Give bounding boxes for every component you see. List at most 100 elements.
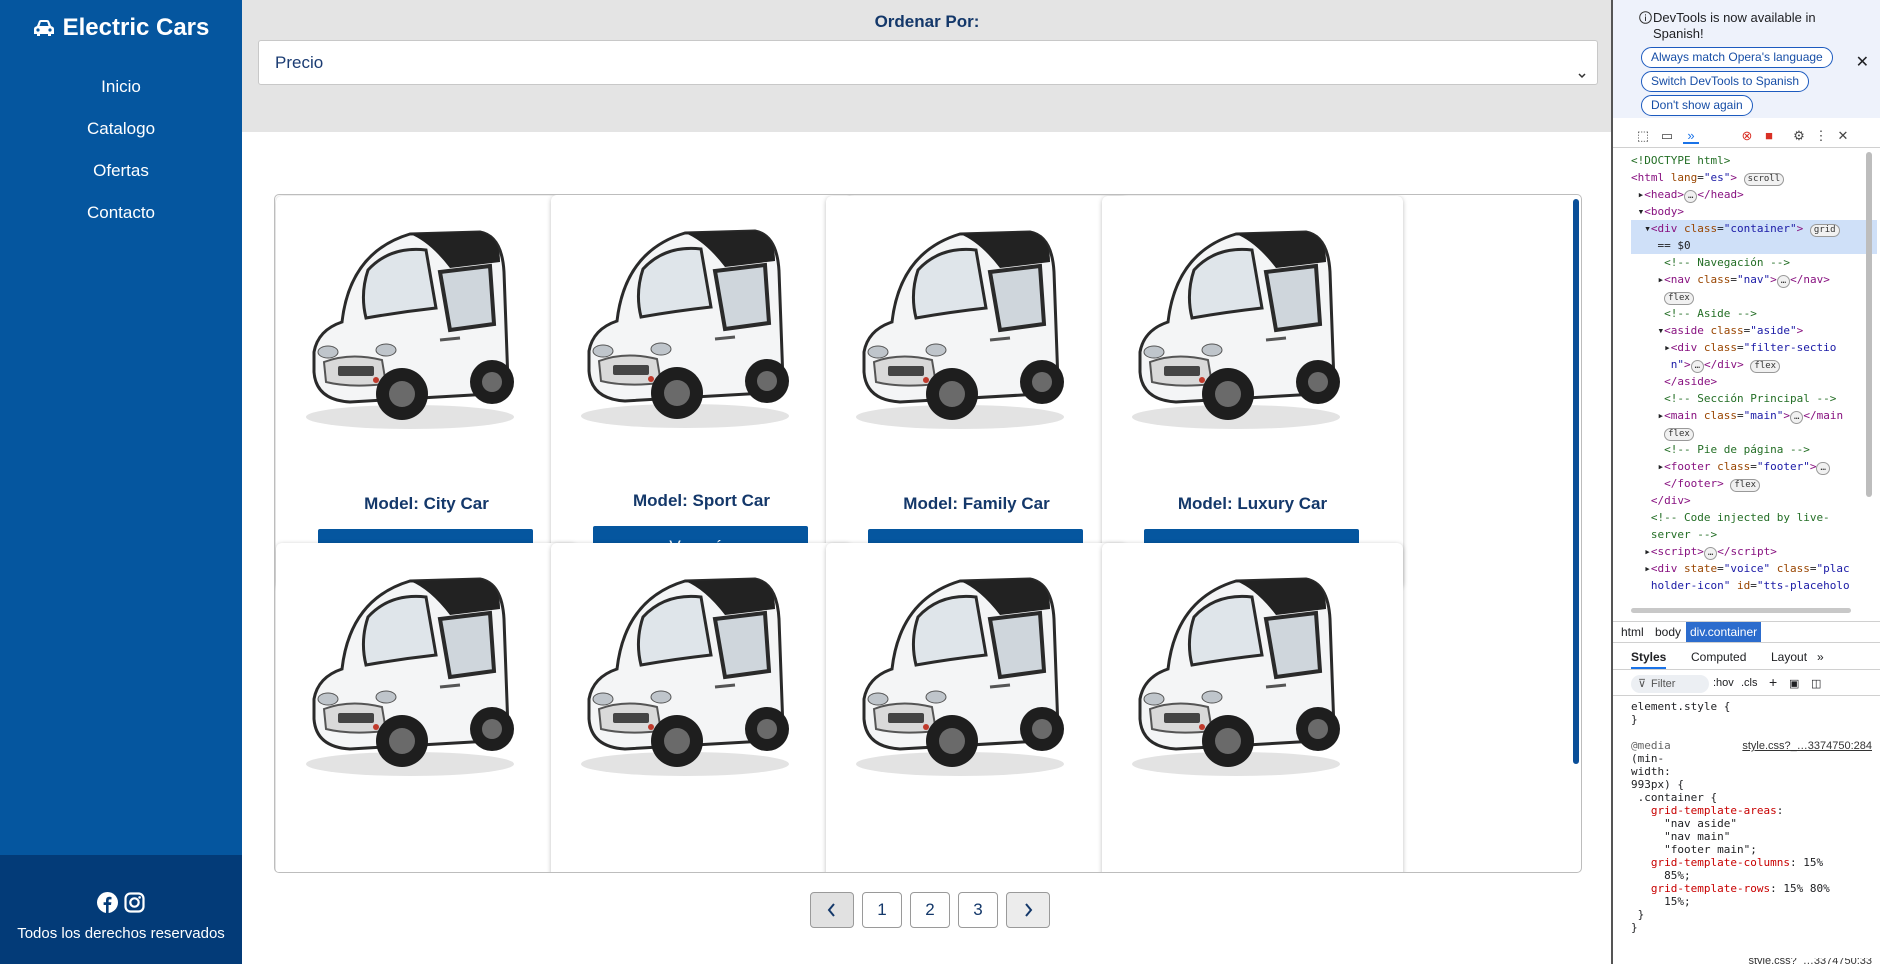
sort-select-value: Precio [275,53,324,72]
brand-title: Electric Cars [62,14,210,41]
dom-line[interactable]: holder-icon" id="tts-placeholo [1631,577,1877,594]
cls-toggle[interactable]: .cls [1741,677,1758,689]
page-button-2[interactable]: 2 [910,892,950,928]
elements-tree[interactable]: <!DOCTYPE html> <html lang="es"> scroll … [1631,152,1877,610]
pagination: 1 2 3 [810,892,1050,928]
dom-line[interactable]: ▸<div state="voice" class="plac [1631,560,1877,577]
tab-styles[interactable]: Styles [1631,650,1667,669]
dom-line[interactable]: </footer> flex [1631,475,1877,492]
car-image [856,577,1064,776]
dom-line[interactable]: </div> [1631,492,1877,509]
product-card: Model: Luxury CarVer más [1102,196,1403,588]
breadcrumb-container[interactable]: div.container [1686,622,1762,642]
issue-icon[interactable]: ■ [1761,128,1777,144]
notice-text: DevTools is now available in Spanish! [1653,10,1816,41]
breadcrumb-body[interactable]: body [1651,622,1685,642]
dom-line[interactable]: <!-- Pie de página --> [1631,441,1877,458]
styles-filter-input[interactable]: ⊽ Filter [1631,675,1709,693]
style-source-link[interactable]: style.css?_…3374750:284 [1742,740,1872,752]
dom-line[interactable]: <!-- Code injected by live- [1631,509,1877,526]
always-match-language-button[interactable]: Always match Opera's language [1641,47,1833,68]
dom-line[interactable]: <!DOCTYPE html> [1631,152,1877,169]
nav-link-catalogo[interactable]: Catalogo [0,118,242,160]
next-page-button[interactable] [1006,892,1050,928]
dom-line[interactable]: <!-- Navegación --> [1631,254,1877,271]
dom-line[interactable]: n">… </div> flex [1631,356,1877,373]
brand[interactable]: Electric Cars [0,14,242,42]
dom-line[interactable]: ▾<body> [1631,203,1877,220]
sidebar-toggle-icon[interactable]: ◫ [1811,677,1821,690]
dom-line[interactable]: flex [1631,288,1877,305]
tab-computed[interactable]: Computed [1691,650,1746,664]
dom-line[interactable]: ▾<aside class="aside"> [1631,322,1877,339]
product-card: Model: City CarVer más [276,196,577,588]
dom-line[interactable]: ▸<script>… </script> [1631,543,1877,560]
elements-scrollbar[interactable] [1866,152,1872,497]
nav-link-inicio[interactable]: Inicio [0,76,242,118]
dom-line[interactable]: <!-- Sección Principal --> [1631,390,1877,407]
styles-filter-placeholder: Filter [1651,678,1676,690]
kebab-menu-icon[interactable]: ⋮ [1813,128,1829,144]
filter-icon: ⊽ [1638,678,1647,690]
dont-show-again-button[interactable]: Don't show again [1641,95,1753,116]
product-card: Model: Family CarVer más [826,196,1127,588]
sidebar-nav: Electric Cars Inicio Catalogo Ofertas Co… [0,0,242,855]
product-card [1102,543,1403,872]
dom-line[interactable]: ▸<head>… </head> [1631,186,1877,203]
dom-line[interactable]: ▸<nav class="nav">… </nav> [1631,271,1877,288]
dom-line[interactable]: <!-- Aside --> [1631,305,1877,322]
nav-link-ofertas[interactable]: Ofertas [0,160,242,202]
style-source-link-2[interactable]: style.css?_…3374750:33 [1748,958,1872,964]
add-rule-icon[interactable]: + [1769,674,1777,690]
chevron-down-icon [1577,56,1587,99]
product-model-title: Model: Luxury Car [1177,494,1328,513]
page-button-3[interactable]: 3 [958,892,998,928]
media-query: @media [1631,739,1671,752]
paint-icon[interactable]: ▣ [1789,677,1799,690]
nav-link-contacto[interactable]: Contacto [0,202,242,244]
product-model-title: Model: City Car [364,494,489,513]
product-model-title: Model: Family Car [903,494,1050,513]
product-card [551,543,852,872]
car-icon [33,19,55,37]
hov-toggle[interactable]: :hov [1713,677,1734,689]
dom-line[interactable]: server --> [1631,526,1877,543]
prev-page-button[interactable] [810,892,854,928]
inspect-icon[interactable]: ⬚ [1635,128,1651,144]
tab-layout[interactable]: Layout [1771,650,1807,664]
dom-line[interactable]: ▸<footer class="footer">… [1631,458,1877,475]
devtools-language-notice: DevTools is now available in Spanish! ✕ … [1613,0,1880,118]
dom-line-selected[interactable]: == $0 [1631,237,1877,254]
page-button-1[interactable]: 1 [862,892,902,928]
dom-line-selected[interactable]: ▾<div class="container"> grid [1631,220,1877,237]
car-image [306,577,514,776]
element-style-rule[interactable]: element.style { } [1631,700,1730,726]
dom-line[interactable]: ▸<div class="filter-sectio [1631,339,1877,356]
facebook-icon[interactable] [97,892,118,913]
elements-horizontal-scrollbar[interactable] [1631,608,1851,613]
close-icon[interactable]: ✕ [1856,52,1869,72]
info-icon [1639,11,1652,27]
gear-icon[interactable]: ⚙ [1791,128,1807,144]
dom-line[interactable]: <html lang="es"> scroll [1631,169,1877,186]
error-count-icon[interactable]: ⊗ [1739,128,1755,144]
car-image [856,230,1064,429]
breadcrumb: html body div.container [1613,621,1880,643]
dom-line[interactable]: </aside> [1631,373,1877,390]
styles-tabs: Styles Computed Layout » [1613,646,1880,670]
styles-filter-row: ⊽ Filter :hov .cls + ▣ ◫ [1613,672,1880,696]
sort-select[interactable]: Precio [258,40,1598,85]
more-panels-icon[interactable]: » [1683,128,1699,144]
close-devtools-icon[interactable]: ✕ [1835,128,1851,144]
grid-scrollbar[interactable] [1573,199,1579,764]
breadcrumb-html[interactable]: html [1617,622,1648,642]
device-toolbar-icon[interactable]: ▭ [1659,128,1675,144]
switch-to-spanish-button[interactable]: Switch DevTools to Spanish [1641,71,1810,92]
instagram-icon[interactable] [124,892,145,913]
dom-line[interactable]: ▸<main class="main">… </main [1631,407,1877,424]
css-rule[interactable]: .container { grid-template-areas: "nav a… [1631,791,1830,934]
more-tabs-icon[interactable]: » [1817,650,1824,664]
catalog-grid[interactable]: Model: City CarVer másModel: Sport CarVe… [274,194,1582,873]
copyright-text: Todos los derechos reservados [17,925,225,942]
dom-line[interactable]: flex [1631,424,1877,441]
